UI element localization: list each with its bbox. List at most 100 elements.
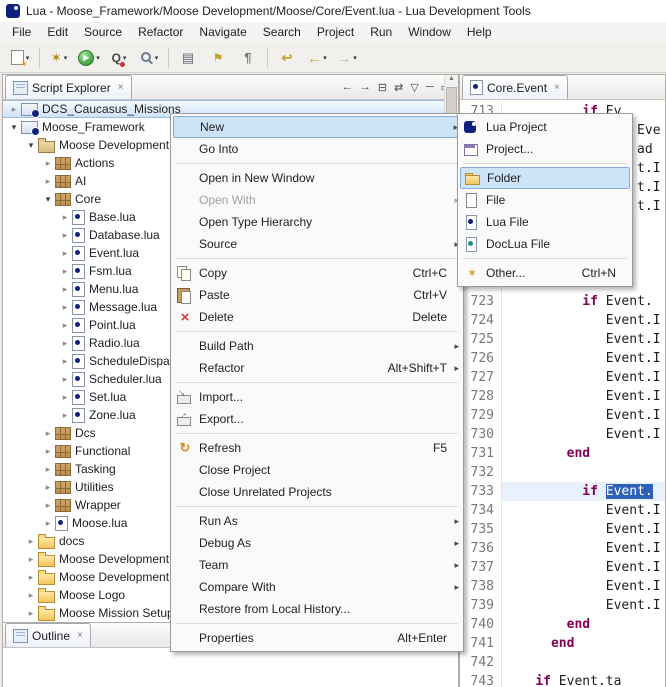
menu-item-other[interactable]: Other...Ctrl+N bbox=[460, 262, 630, 284]
line-number[interactable]: 724 bbox=[460, 311, 501, 330]
menu-project[interactable]: Project bbox=[309, 22, 362, 43]
menu-item-folder[interactable]: Folder bbox=[460, 167, 630, 189]
menu-item-file[interactable]: File bbox=[460, 189, 630, 211]
line-number[interactable]: 727 bbox=[460, 368, 501, 387]
tab-outline[interactable]: Outline × bbox=[5, 623, 91, 647]
menu-navigate[interactable]: Navigate bbox=[191, 22, 254, 43]
menu-item-source[interactable]: Source▸ bbox=[173, 233, 461, 255]
line-number[interactable]: 733 bbox=[460, 482, 501, 501]
menu-item-team[interactable]: Team▸ bbox=[173, 554, 461, 576]
code-line[interactable]: 723 if Event. bbox=[460, 292, 665, 311]
expand-arrow-icon[interactable]: ▸ bbox=[58, 248, 72, 259]
expand-arrow-icon[interactable]: ▸ bbox=[58, 302, 72, 313]
menu-item-open-in-new-window[interactable]: Open in New Window bbox=[173, 167, 461, 189]
close-tab-icon[interactable]: × bbox=[554, 82, 560, 93]
new-wizard-button[interactable]: ▾ bbox=[5, 47, 35, 69]
code-line[interactable]: 738 Event.I bbox=[460, 577, 665, 596]
external-tools-button[interactable]: ✶▾ bbox=[44, 47, 74, 69]
menu-item-project[interactable]: Project... bbox=[460, 138, 630, 160]
minimize-button[interactable]: ─ bbox=[426, 81, 434, 93]
code-line[interactable]: 730 Event.I bbox=[460, 425, 665, 444]
line-number[interactable]: 723 bbox=[460, 292, 501, 311]
menu-window[interactable]: Window bbox=[400, 22, 459, 43]
line-number[interactable]: 735 bbox=[460, 520, 501, 539]
collapse-arrow-icon[interactable]: ▾ bbox=[7, 122, 21, 133]
code-line[interactable]: 733 if Event. bbox=[460, 482, 665, 501]
explorer-back-button[interactable]: ← bbox=[342, 81, 353, 93]
line-number[interactable]: 738 bbox=[460, 577, 501, 596]
expand-arrow-icon[interactable]: ▸ bbox=[58, 284, 72, 295]
code-line[interactable]: 724 Event.I bbox=[460, 311, 665, 330]
line-number[interactable]: 729 bbox=[460, 406, 501, 425]
code-line[interactable]: 736 Event.I bbox=[460, 539, 665, 558]
dropdown-arrow-icon[interactable]: ▾ bbox=[64, 54, 68, 62]
link-with-editor-button[interactable]: ⇄ bbox=[394, 81, 403, 94]
expand-arrow-icon[interactable]: ▸ bbox=[24, 608, 38, 619]
menu-item-build-path[interactable]: Build Path▸ bbox=[173, 335, 461, 357]
expand-arrow-icon[interactable]: ▸ bbox=[58, 374, 72, 385]
collapse-arrow-icon[interactable]: ▾ bbox=[41, 194, 55, 205]
code-line[interactable]: 739 Event.I bbox=[460, 596, 665, 615]
expand-arrow-icon[interactable]: ▸ bbox=[41, 428, 55, 439]
code-line[interactable]: 741 end bbox=[460, 634, 665, 653]
code-line[interactable]: 731 end bbox=[460, 444, 665, 463]
line-number[interactable]: 728 bbox=[460, 387, 501, 406]
expand-arrow-icon[interactable]: ▸ bbox=[58, 410, 72, 421]
expand-arrow-icon[interactable]: ▸ bbox=[58, 266, 72, 277]
close-tab-icon[interactable]: × bbox=[77, 630, 83, 641]
expand-arrow-icon[interactable]: ▸ bbox=[41, 176, 55, 187]
dropdown-arrow-icon[interactable]: ▾ bbox=[353, 54, 357, 62]
search-button[interactable]: ▾ bbox=[134, 47, 164, 69]
menu-item-import[interactable]: Import... bbox=[173, 386, 461, 408]
menu-search[interactable]: Search bbox=[255, 22, 309, 43]
menu-item-properties[interactable]: PropertiesAlt+Enter bbox=[173, 627, 461, 649]
menu-item-paste[interactable]: PasteCtrl+V bbox=[173, 284, 461, 306]
line-number[interactable]: 740 bbox=[460, 615, 501, 634]
line-number[interactable]: 739 bbox=[460, 596, 501, 615]
expand-arrow-icon[interactable]: ▸ bbox=[24, 572, 38, 583]
annotations-button[interactable]: ▤ bbox=[173, 47, 203, 69]
menu-edit[interactable]: Edit bbox=[39, 22, 76, 43]
mark-occurrences-button[interactable]: ⚑ bbox=[203, 47, 233, 69]
last-edit-location-button[interactable]: ↩ bbox=[272, 47, 302, 69]
tab-script-explorer[interactable]: Script Explorer × bbox=[5, 75, 132, 99]
forward-button[interactable]: →▾ bbox=[332, 47, 362, 69]
line-number[interactable]: 725 bbox=[460, 330, 501, 349]
menu-item-run-as[interactable]: Run As▸ bbox=[173, 510, 461, 532]
collapse-all-button[interactable]: ⊟ bbox=[378, 81, 387, 94]
expand-arrow-icon[interactable]: ▸ bbox=[58, 320, 72, 331]
expand-arrow-icon[interactable]: ▸ bbox=[41, 158, 55, 169]
line-number[interactable]: 736 bbox=[460, 539, 501, 558]
menu-item-debug-as[interactable]: Debug As▸ bbox=[173, 532, 461, 554]
line-number[interactable]: 742 bbox=[460, 653, 501, 672]
menu-item-refresh[interactable]: RefreshF5 bbox=[173, 437, 461, 459]
line-number[interactable]: 731 bbox=[460, 444, 501, 463]
line-number[interactable]: 730 bbox=[460, 425, 501, 444]
menu-file[interactable]: File bbox=[4, 22, 39, 43]
line-number[interactable]: 732 bbox=[460, 463, 501, 482]
menu-item-new[interactable]: New▸ bbox=[173, 116, 461, 138]
expand-arrow-icon[interactable]: ▸ bbox=[41, 500, 55, 511]
menu-item-go-into[interactable]: Go Into bbox=[173, 138, 461, 160]
expand-arrow-icon[interactable]: ▸ bbox=[41, 464, 55, 475]
line-number[interactable]: 743 bbox=[460, 672, 501, 687]
expand-arrow-icon[interactable]: ▸ bbox=[41, 482, 55, 493]
menu-item-delete[interactable]: DeleteDelete bbox=[173, 306, 461, 328]
menu-item-lua-file[interactable]: Lua File bbox=[460, 211, 630, 233]
menu-item-lua-project[interactable]: Lua Project bbox=[460, 116, 630, 138]
code-line[interactable]: 727 Event.I bbox=[460, 368, 665, 387]
expand-arrow-icon[interactable]: ▸ bbox=[58, 356, 72, 367]
close-tab-icon[interactable]: × bbox=[118, 82, 124, 93]
code-line[interactable]: 742 bbox=[460, 653, 665, 672]
menu-item-open-with[interactable]: Open With▸ bbox=[173, 189, 461, 211]
menu-item-export[interactable]: Export... bbox=[173, 408, 461, 430]
expand-arrow-icon[interactable]: ▸ bbox=[7, 104, 21, 115]
menu-item-open-type-hierarchy[interactable]: Open Type Hierarchy bbox=[173, 211, 461, 233]
code-line[interactable]: 729 Event.I bbox=[460, 406, 665, 425]
code-line[interactable]: 726 Event.I bbox=[460, 349, 665, 368]
dropdown-arrow-icon[interactable]: ▾ bbox=[155, 54, 159, 62]
menu-item-compare-with[interactable]: Compare With▸ bbox=[173, 576, 461, 598]
tab-core-event[interactable]: Core.Event × bbox=[462, 75, 568, 99]
line-number[interactable]: 734 bbox=[460, 501, 501, 520]
line-number[interactable]: 737 bbox=[460, 558, 501, 577]
